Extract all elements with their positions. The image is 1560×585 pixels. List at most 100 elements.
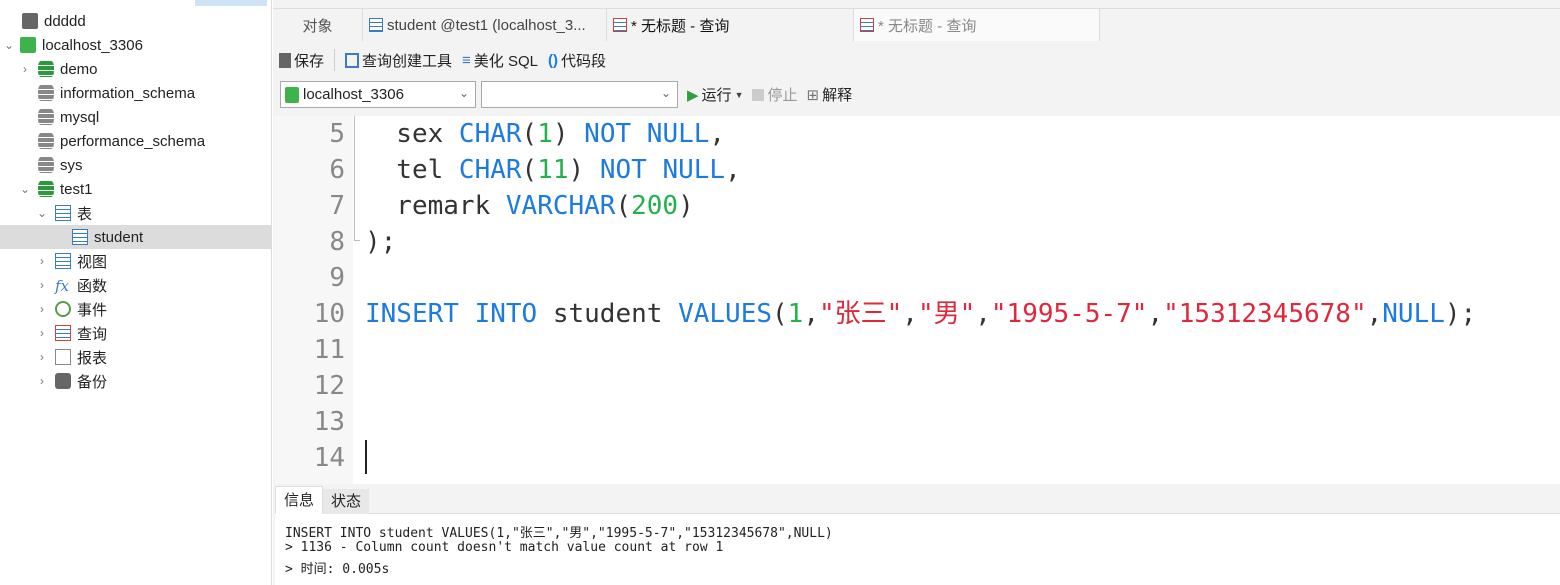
- code-token-pl: (: [521, 155, 538, 185]
- tree-folder-backups[interactable]: › 备份: [0, 369, 271, 393]
- code-text: remark VARCHAR(200): [365, 188, 693, 224]
- connection-value: localhost_3306: [303, 86, 404, 103]
- code-line: 11: [275, 332, 1560, 368]
- tree-label: student: [94, 228, 144, 246]
- code-token-pl: student: [537, 299, 679, 329]
- tree-db-information-schema[interactable]: information_schema: [0, 81, 271, 105]
- code-token-kw: CHAR: [458, 119, 522, 149]
- result-tabs: 信息 状态: [275, 486, 1560, 514]
- database-icon: [38, 85, 54, 101]
- chevron-down-icon[interactable]: ⌄: [35, 206, 49, 220]
- code-token-pl: ): [552, 119, 585, 149]
- chevron-right-icon[interactable]: ›: [18, 62, 32, 76]
- tree-label: ddddd: [44, 12, 86, 30]
- sql-editor[interactable]: 5 sex CHAR(1) NOT NULL, 6 tel CHAR(11) NO…: [275, 116, 1560, 484]
- main-area: 对象 student @test1 (localhost_3... * 无标题 …: [273, 0, 1560, 585]
- mysql-connection-icon: [22, 13, 38, 29]
- code-token-str: "男": [917, 299, 976, 329]
- tree-label: information_schema: [60, 84, 196, 102]
- code-token-num: 1: [537, 119, 553, 149]
- tree-folder-tables[interactable]: ⌄ 表: [0, 201, 271, 225]
- tree-label: mysql: [60, 108, 100, 126]
- explain-button[interactable]: ⊞ 解释: [807, 84, 853, 105]
- tree-db-test1[interactable]: ⌄ test1: [0, 177, 271, 201]
- table-icon: [369, 18, 383, 32]
- database-icon: [38, 157, 54, 173]
- tab-objects[interactable]: 对象: [273, 9, 363, 41]
- query-icon: [613, 18, 627, 32]
- beautify-sql-button[interactable]: ≡ 美化 SQL: [462, 50, 538, 71]
- chevron-right-icon[interactable]: ›: [35, 278, 49, 292]
- code-token-pl: );: [365, 227, 397, 257]
- connection-select[interactable]: localhost_3306 ⌄: [280, 81, 476, 108]
- tree-db-demo[interactable]: › demo: [0, 57, 271, 81]
- code-token-kw: CHAR: [458, 155, 522, 185]
- line-number: 14: [313, 443, 345, 473]
- tree-db-performance-schema[interactable]: performance_schema: [0, 129, 271, 153]
- tab-label: 对象: [302, 17, 333, 35]
- result-panel: 信息 状态 INSERT INTO student VALUES(1,"张三",…: [275, 486, 1560, 585]
- chevron-down-icon: ⌄: [660, 86, 671, 100]
- tree-folder-reports[interactable]: › 报表: [0, 345, 271, 369]
- code-token-kw: NOT NULL: [584, 119, 710, 149]
- snippet-label: 代码段: [560, 52, 606, 70]
- chevron-right-icon[interactable]: ›: [35, 302, 49, 316]
- tab-student-table[interactable]: student @test1 (localhost_3...: [363, 9, 607, 41]
- code-token-pl: (: [615, 191, 632, 221]
- tab-untitled-query-active[interactable]: * 无标题 - 查询: [607, 9, 854, 41]
- code-line: 5 sex CHAR(1) NOT NULL,: [275, 116, 1560, 152]
- code-line: 7 remark VARCHAR(200): [275, 188, 1560, 224]
- database-select[interactable]: ⌄: [481, 81, 678, 108]
- code-line: 14: [275, 440, 1560, 476]
- code-line: 12: [275, 368, 1560, 404]
- code-token-pl: (: [521, 119, 538, 149]
- database-icon: [38, 61, 54, 77]
- play-icon: ▶: [687, 86, 699, 104]
- chevron-right-icon[interactable]: ›: [35, 254, 49, 268]
- code-token-pl: ,: [975, 299, 991, 329]
- tab-untitled-query[interactable]: * 无标题 - 查询: [854, 9, 1100, 41]
- run-button[interactable]: ▶ 运行 ▼: [687, 84, 743, 105]
- save-button[interactable]: 保存: [279, 50, 324, 71]
- tab-message[interactable]: 信息: [275, 486, 324, 514]
- tree-folder-views[interactable]: › 视图: [0, 249, 271, 273]
- chevron-down-icon: ⌄: [458, 86, 469, 100]
- tree-folder-functions[interactable]: › fx 函数: [0, 273, 271, 297]
- code-token-pl: ,: [709, 119, 726, 149]
- navigator-sidebar: ddddd ⌄ localhost_3306 › demo information_…: [0, 0, 272, 585]
- code-line: 13: [275, 404, 1560, 440]
- tree-folder-events[interactable]: › 事件: [0, 297, 271, 321]
- chevron-down-icon[interactable]: ⌄: [2, 38, 16, 52]
- code-snippet-button[interactable]: () 代码段: [548, 50, 606, 71]
- code-line: 9: [275, 260, 1560, 296]
- tree-label: 表: [77, 205, 93, 223]
- tree-connection-ddddd[interactable]: ddddd: [0, 9, 271, 33]
- message-query: INSERT INTO student VALUES(1,"张三","男","1…: [285, 526, 833, 541]
- code-token-kw: NOT NULL: [599, 155, 726, 185]
- tree-db-sys[interactable]: sys: [0, 153, 271, 177]
- chevron-right-icon[interactable]: ›: [35, 374, 49, 388]
- chevron-down-icon[interactable]: ⌄: [18, 182, 32, 196]
- tab-label: * 无标题 - 查询: [878, 17, 977, 35]
- code-token-num: 11: [537, 155, 569, 185]
- tree-label: test1: [60, 180, 93, 198]
- stop-label: 停止: [767, 87, 798, 104]
- tab-label: * 无标题 - 查询: [631, 17, 730, 35]
- database-icon: [38, 109, 54, 125]
- tree-db-mysql[interactable]: mysql: [0, 105, 271, 129]
- tab-status[interactable]: 状态: [323, 489, 370, 514]
- stop-button[interactable]: 停止: [752, 84, 798, 105]
- tree-label: demo: [60, 60, 98, 78]
- tab-label: student @test1 (localhost_3...: [387, 16, 586, 34]
- tree-connection-localhost[interactable]: ⌄ localhost_3306: [0, 33, 271, 57]
- chevron-right-icon[interactable]: ›: [35, 326, 49, 340]
- tree-table-student[interactable]: student: [0, 225, 271, 249]
- tree-folder-queries[interactable]: › 查询: [0, 321, 271, 345]
- query-builder-button[interactable]: 查询创建工具: [345, 50, 452, 71]
- tree-label: 查询: [77, 325, 108, 343]
- code-token-pl: );: [1444, 299, 1477, 329]
- caret-down-icon[interactable]: ▼: [735, 90, 744, 100]
- code-line: 8);: [275, 224, 1560, 260]
- code-token-pl: ,: [1147, 299, 1164, 329]
- chevron-right-icon[interactable]: ›: [35, 350, 49, 364]
